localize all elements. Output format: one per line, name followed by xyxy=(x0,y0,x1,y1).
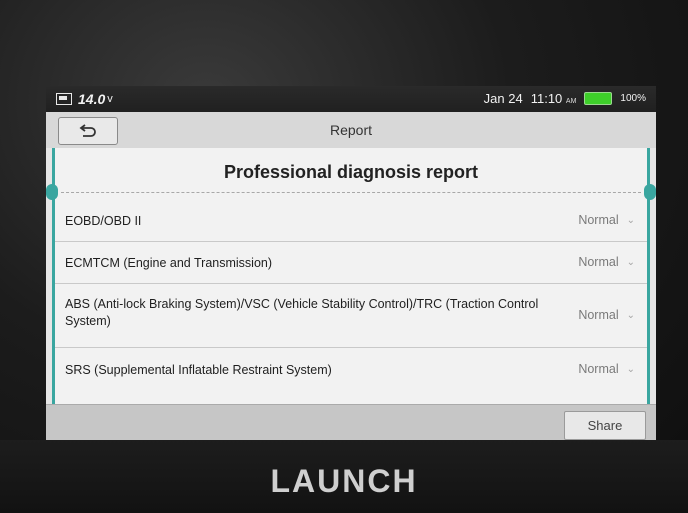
dotted-divider xyxy=(61,192,641,193)
device-frame: 14.0 v Jan 24 11:10 AM 100% Report Profes… xyxy=(0,0,688,513)
system-status[interactable]: Normal ⌄ xyxy=(578,213,635,227)
system-name: EOBD/OBD II xyxy=(65,214,142,228)
brand-logo: LAUNCH xyxy=(270,463,418,499)
status-value: Normal xyxy=(578,308,619,322)
system-row[interactable]: EOBD/OBD II Normal ⌄ xyxy=(55,200,647,242)
title-bar: Report xyxy=(46,112,656,149)
battery-voltage-icon xyxy=(56,93,72,105)
system-status[interactable]: Normal ⌄ xyxy=(578,362,635,376)
system-list: EOBD/OBD II Normal ⌄ ECMTCM (Engine and … xyxy=(55,200,647,390)
system-name: SRS (Supplemental Inflatable Restraint S… xyxy=(65,363,332,377)
date-label: Jan 24 xyxy=(483,91,523,106)
system-status[interactable]: Normal ⌄ xyxy=(578,255,635,269)
chevron-down-icon: ⌄ xyxy=(626,256,635,268)
card-notch-right xyxy=(644,184,656,200)
time-label: 11:10 AM xyxy=(531,91,577,106)
system-name: ECMTCM (Engine and Transmission) xyxy=(65,256,273,270)
voltage-unit: v xyxy=(107,93,113,105)
share-button[interactable]: Share xyxy=(564,411,646,440)
status-value: Normal xyxy=(578,255,619,269)
content-area: Professional diagnosis report EOBD/OBD I… xyxy=(46,148,656,404)
status-value: Normal xyxy=(578,362,619,376)
battery-icon xyxy=(584,92,613,105)
report-heading: Professional diagnosis report xyxy=(223,162,479,182)
status-value: Normal xyxy=(578,213,619,227)
chevron-down-icon: ⌄ xyxy=(626,363,635,375)
status-bar: 14.0 v Jan 24 11:10 AM 100% xyxy=(46,86,656,112)
system-name: ABS (Anti-lock Braking System)/VSC (Vehi… xyxy=(65,297,539,328)
ampm-label: AM xyxy=(565,98,577,105)
screen: 14.0 v Jan 24 11:10 AM 100% Report Profes… xyxy=(46,86,656,444)
battery-percent: 100% xyxy=(620,93,646,104)
system-status[interactable]: Normal ⌄ xyxy=(578,308,635,322)
chevron-down-icon: ⌄ xyxy=(626,214,635,226)
page-title: Report xyxy=(329,122,373,138)
status-right: Jan 24 11:10 AM 100% xyxy=(484,91,646,106)
report-card: Professional diagnosis report EOBD/OBD I… xyxy=(46,148,656,404)
footer-bar: Share xyxy=(46,404,656,444)
status-left: 14.0 v xyxy=(56,91,113,107)
system-row[interactable]: SRS (Supplemental Inflatable Restraint S… xyxy=(55,348,647,390)
chevron-down-icon: ⌄ xyxy=(626,309,635,321)
system-row[interactable]: ABS (Anti-lock Braking System)/VSC (Vehi… xyxy=(55,284,647,348)
card-notch-left xyxy=(46,184,58,200)
system-row[interactable]: ECMTCM (Engine and Transmission) Normal … xyxy=(55,242,647,284)
voltage-value: 14.0 xyxy=(78,91,106,107)
time-value: 11:10 xyxy=(530,91,563,106)
